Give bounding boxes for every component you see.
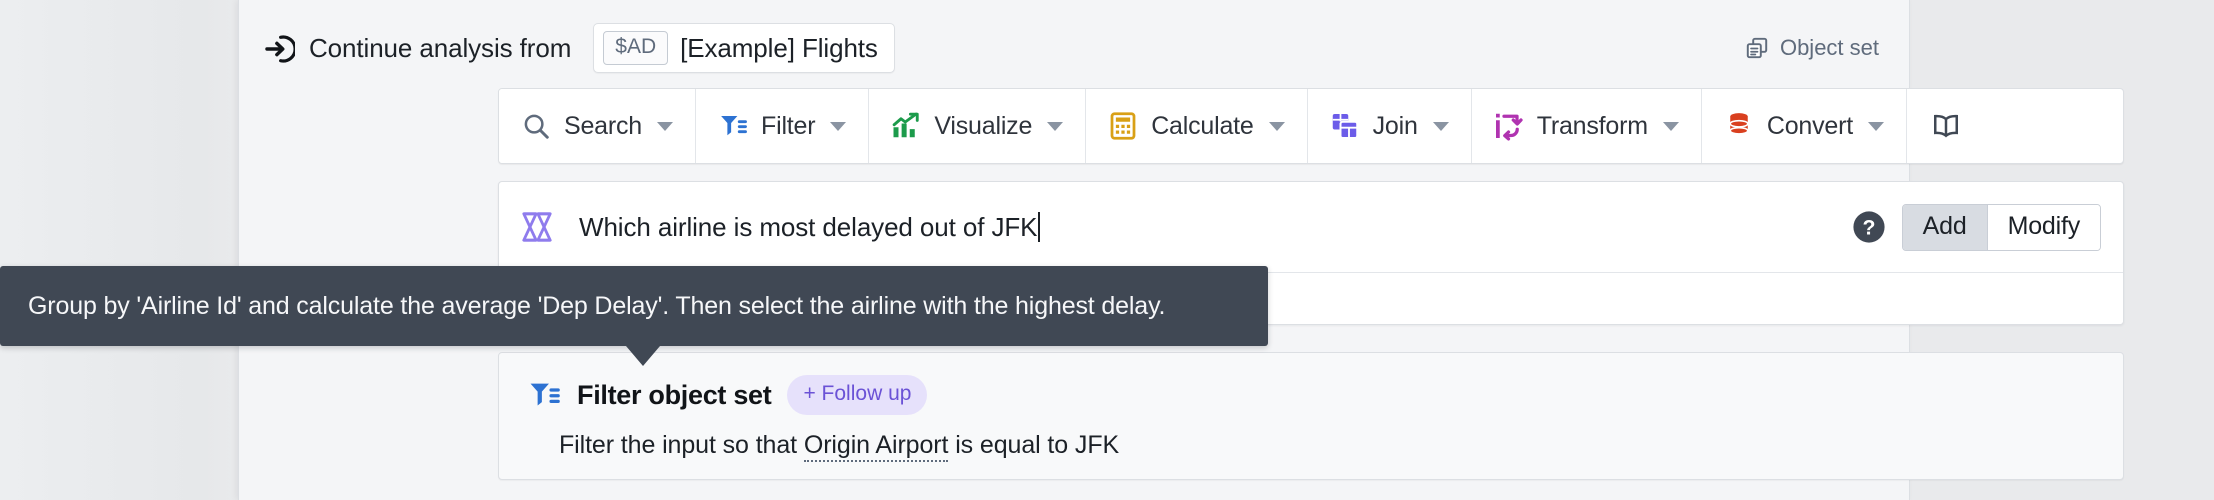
toolbar-label-filter: Filter (761, 111, 816, 140)
prompt-input-value: Which airline is most delayed out of JFK (579, 211, 1038, 242)
toolbar-label-search: Search (564, 111, 643, 140)
prompt-input-row: Which airline is most delayed out of JFK… (499, 182, 2123, 273)
result-title: Filter object set (577, 379, 772, 410)
object-set-icon (1746, 37, 1768, 59)
toolbar-button-calculate[interactable]: Calculate (1086, 89, 1308, 163)
header-left-group: Continue analysis from $AD [Example] Fli… (263, 22, 1744, 74)
toolbar-label-calculate: Calculate (1151, 111, 1254, 140)
source-object-name: [Example] Flights (680, 32, 878, 63)
result-description: Filter the input so that Origin Airport … (499, 415, 2123, 462)
toolbar-button-transform[interactable]: Transform (1471, 89, 1702, 163)
result-step-card[interactable]: Filter object set + Follow up Filter the… (498, 352, 2124, 480)
source-type-badge: $AD (603, 30, 669, 66)
transform-icon (1495, 113, 1523, 141)
action-toolbar: Search Filter Visualize Calculate Join T… (498, 88, 2124, 164)
result-description-suffix: is equal to JFK (948, 431, 1120, 459)
open-book-icon (1934, 114, 1959, 138)
suggestion-tooltip: Group by 'Airline Id' and calculate the … (0, 266, 1268, 346)
chevron-down-icon (830, 121, 847, 131)
toolbar-label-join: Join (1372, 111, 1418, 140)
panel-header: Continue analysis from $AD [Example] Fli… (239, 0, 1909, 96)
database-icon (1729, 113, 1749, 135)
object-set-label: Object set (1779, 35, 1879, 60)
toolbar-button-convert[interactable]: Convert (1701, 89, 1908, 163)
join-icon (1332, 114, 1358, 140)
continue-analysis-label: Continue analysis from (309, 32, 572, 63)
source-object-chip[interactable]: $AD [Example] Flights (593, 22, 895, 74)
filter-icon (721, 116, 747, 136)
log-in-arrow-icon[interactable] (263, 33, 295, 65)
svg-text:?: ? (1862, 216, 1875, 240)
prompt-actions: ? Add Modify (1852, 203, 2101, 251)
visualize-icon (893, 112, 920, 138)
mode-segmented-control: Add Modify (1901, 203, 2101, 251)
ai-sparkle-icon (522, 212, 552, 242)
toolbar-label-visualize: Visualize (934, 111, 1033, 140)
toolbar-label-transform: Transform (1536, 111, 1648, 140)
filter-icon (530, 383, 560, 406)
tooltip-arrow (626, 346, 660, 366)
object-set-indicator[interactable]: Object set (1744, 35, 1879, 61)
text-cursor (1038, 211, 1041, 242)
calculator-icon (1110, 112, 1136, 140)
chevron-down-icon (1662, 121, 1679, 131)
toolbar-button-filter[interactable]: Filter (696, 89, 870, 163)
result-header: Filter object set + Follow up (499, 353, 2123, 415)
toolbar-button-join[interactable]: Join (1307, 89, 1472, 163)
chevron-down-icon (1047, 121, 1064, 131)
toolbar-label-convert: Convert (1766, 111, 1854, 140)
property-token-origin-airport[interactable]: Origin Airport (803, 431, 948, 462)
toolbar-button-docs[interactable] (1907, 89, 1986, 163)
analysis-panel: Continue analysis from $AD [Example] Fli… (238, 0, 2124, 500)
result-description-prefix: Filter the input so that (559, 431, 804, 459)
modify-mode-button[interactable]: Modify (1987, 204, 2100, 250)
search-icon (524, 114, 549, 139)
chevron-down-icon (1268, 121, 1285, 131)
toolbar-button-visualize[interactable]: Visualize (869, 89, 1087, 163)
chevron-down-icon (1868, 121, 1885, 131)
help-circle-icon[interactable]: ? (1852, 210, 1886, 244)
follow-up-button[interactable]: + Follow up (787, 375, 928, 415)
add-mode-button[interactable]: Add (1902, 204, 1988, 250)
chevron-down-icon (1432, 121, 1449, 131)
tooltip-text: Group by 'Airline Id' and calculate the … (28, 291, 1166, 320)
toolbar-button-search[interactable]: Search (499, 89, 697, 163)
chevron-down-icon (657, 121, 674, 131)
prompt-input[interactable]: Which airline is most delayed out of JFK (571, 211, 1836, 243)
